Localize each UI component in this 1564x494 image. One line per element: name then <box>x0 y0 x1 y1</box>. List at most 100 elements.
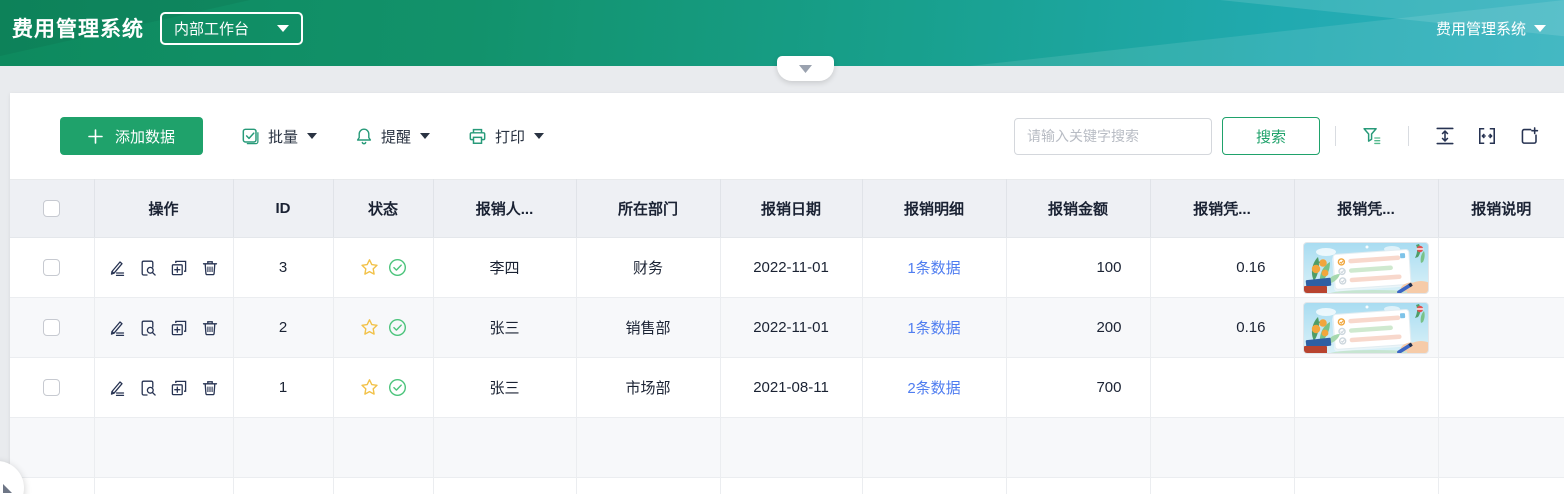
column-header-voucher-value: 报销凭... <box>1150 180 1294 238</box>
cell-id: 2 <box>233 298 333 358</box>
detail-link[interactable]: 1条数据 <box>907 320 960 337</box>
collapse-handle[interactable] <box>777 56 834 81</box>
table-row: 1 张三 市场部 2021-08-11 2条数据 700 <box>10 358 1564 418</box>
cell-id: 3 <box>233 238 333 298</box>
cell-amount: 700 <box>1006 358 1150 418</box>
print-menu-button[interactable]: 打印 <box>468 126 544 147</box>
table-row: 2 张三 销售部 2022-11-01 1条数据 200 0.16 <box>10 298 1564 358</box>
cell-date: 2022-11-01 <box>720 298 862 358</box>
column-header-date: 报销日期 <box>720 180 862 238</box>
view-icon[interactable] <box>139 259 157 277</box>
edit-icon[interactable] <box>108 379 126 397</box>
workspace-selector[interactable]: 内部工作台 <box>160 12 303 45</box>
toolbar-right-group: 搜索 <box>1014 117 1550 155</box>
detail-link[interactable]: 1条数据 <box>907 260 960 277</box>
edit-icon[interactable] <box>108 319 126 337</box>
cell-department: 销售部 <box>576 298 720 358</box>
detail-link[interactable]: 2条数据 <box>907 380 960 397</box>
column-header-note: 报销说明 <box>1438 180 1564 238</box>
select-all-checkbox[interactable] <box>43 200 60 217</box>
add-data-button[interactable]: 添加数据 <box>60 117 203 155</box>
view-icon[interactable] <box>139 319 157 337</box>
account-menu[interactable]: 费用管理系统 <box>1436 18 1546 39</box>
row-checkbox[interactable] <box>43 259 60 276</box>
chevron-down-icon <box>420 133 430 139</box>
cell-voucher-value: 0.16 <box>1150 298 1294 358</box>
plus-icon <box>88 129 103 144</box>
cell-note <box>1438 298 1564 358</box>
voucher-image[interactable] <box>1303 302 1429 354</box>
star-icon[interactable] <box>360 378 379 397</box>
cell-department: 财务 <box>576 238 720 298</box>
check-circle-icon <box>388 318 407 337</box>
row-checkbox[interactable] <box>43 319 60 336</box>
row-checkbox[interactable] <box>43 379 60 396</box>
star-icon[interactable] <box>360 258 379 277</box>
workspace-selector-label: 内部工作台 <box>174 18 249 39</box>
export-button[interactable] <box>1515 122 1543 150</box>
export-plus-icon <box>1519 126 1539 146</box>
column-header-id: ID <box>233 180 333 238</box>
copy-icon[interactable] <box>170 319 188 337</box>
divider <box>1335 126 1336 146</box>
remind-menu-button[interactable]: 提醒 <box>355 126 430 147</box>
cell-department: 市场部 <box>576 358 720 418</box>
cell-date: 2021-08-11 <box>720 358 862 418</box>
cell-note <box>1438 238 1564 298</box>
checklist-illustration <box>1304 243 1429 294</box>
app-title: 费用管理系统 <box>12 13 144 43</box>
checkbox-check-icon <box>241 127 260 146</box>
cell-person: 张三 <box>433 298 576 358</box>
search-input[interactable] <box>1014 118 1212 155</box>
row-actions <box>95 319 233 337</box>
cell-amount: 100 <box>1006 238 1150 298</box>
divider <box>1408 126 1409 146</box>
star-icon[interactable] <box>360 318 379 337</box>
cell-person: 李四 <box>433 238 576 298</box>
account-menu-label: 费用管理系统 <box>1436 18 1526 39</box>
chevron-down-icon <box>307 133 317 139</box>
chevron-down-icon <box>534 133 544 139</box>
printer-icon <box>468 127 487 146</box>
floating-helper-icon <box>3 484 12 493</box>
grid-toolbar: 添加数据 批量 提醒 打印 <box>10 93 1564 179</box>
batch-menu-button[interactable]: 批量 <box>241 126 317 147</box>
check-circle-icon <box>388 378 407 397</box>
cell-status <box>334 318 433 337</box>
row-actions <box>95 379 233 397</box>
view-icon[interactable] <box>139 379 157 397</box>
checklist-illustration <box>1304 303 1429 354</box>
remind-label: 提醒 <box>381 126 411 147</box>
column-width-button[interactable] <box>1473 122 1501 150</box>
cell-date: 2022-11-01 <box>720 238 862 298</box>
cell-amount: 200 <box>1006 298 1150 358</box>
column-header-department: 所在部门 <box>576 180 720 238</box>
edit-icon[interactable] <box>108 259 126 277</box>
select-all-header <box>10 180 94 238</box>
column-header-actions: 操作 <box>94 180 233 238</box>
copy-icon[interactable] <box>170 259 188 277</box>
row-height-button[interactable] <box>1431 122 1459 150</box>
column-header-detail: 报销明细 <box>862 180 1006 238</box>
empty-row <box>10 478 1564 494</box>
voucher-image[interactable] <box>1303 242 1429 294</box>
check-circle-icon <box>388 258 407 277</box>
cell-status <box>334 258 433 277</box>
cell-status <box>334 378 433 397</box>
header-row: 操作 ID 状态 报销人... 所在部门 报销日期 报销明细 报销金额 报销凭.… <box>10 180 1564 238</box>
filter-button[interactable] <box>1358 122 1386 150</box>
add-data-label: 添加数据 <box>115 126 175 147</box>
cell-person: 张三 <box>433 358 576 418</box>
copy-icon[interactable] <box>170 379 188 397</box>
cell-voucher-value: 0.16 <box>1150 238 1294 298</box>
column-header-voucher-image: 报销凭... <box>1294 180 1438 238</box>
delete-icon[interactable] <box>201 259 219 277</box>
cell-id: 1 <box>233 358 333 418</box>
delete-icon[interactable] <box>201 379 219 397</box>
search-button[interactable]: 搜索 <box>1222 117 1320 155</box>
column-width-icon <box>1477 126 1497 146</box>
delete-icon[interactable] <box>201 319 219 337</box>
print-label: 打印 <box>495 126 525 147</box>
empty-row <box>10 418 1564 478</box>
column-header-person: 报销人... <box>433 180 576 238</box>
